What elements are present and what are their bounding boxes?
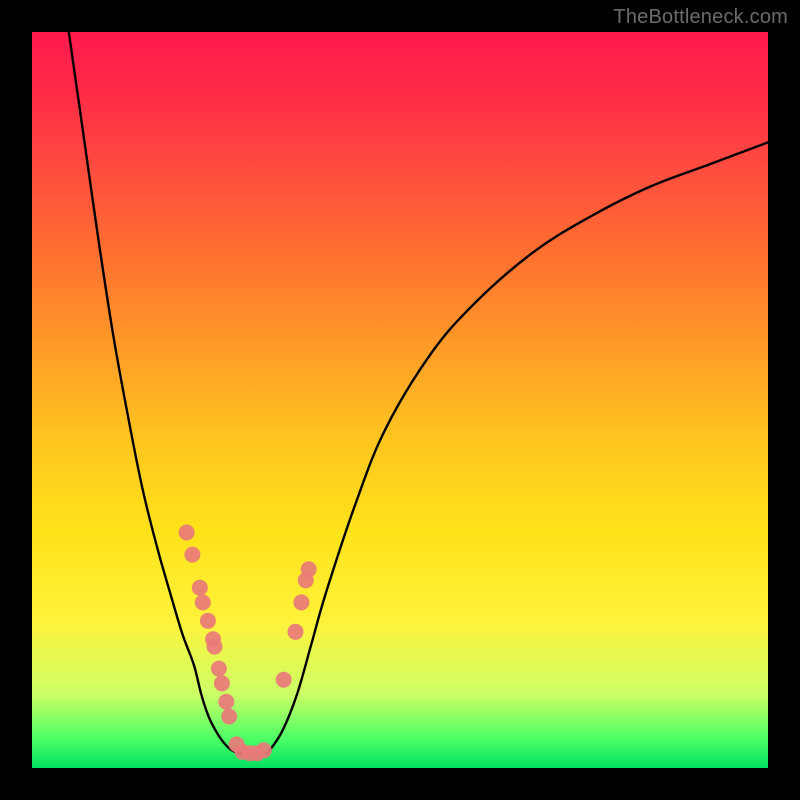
gradient-background — [32, 32, 768, 768]
chart-stage: TheBottleneck.com — [0, 0, 800, 800]
site-watermark: TheBottleneck.com — [613, 6, 788, 29]
